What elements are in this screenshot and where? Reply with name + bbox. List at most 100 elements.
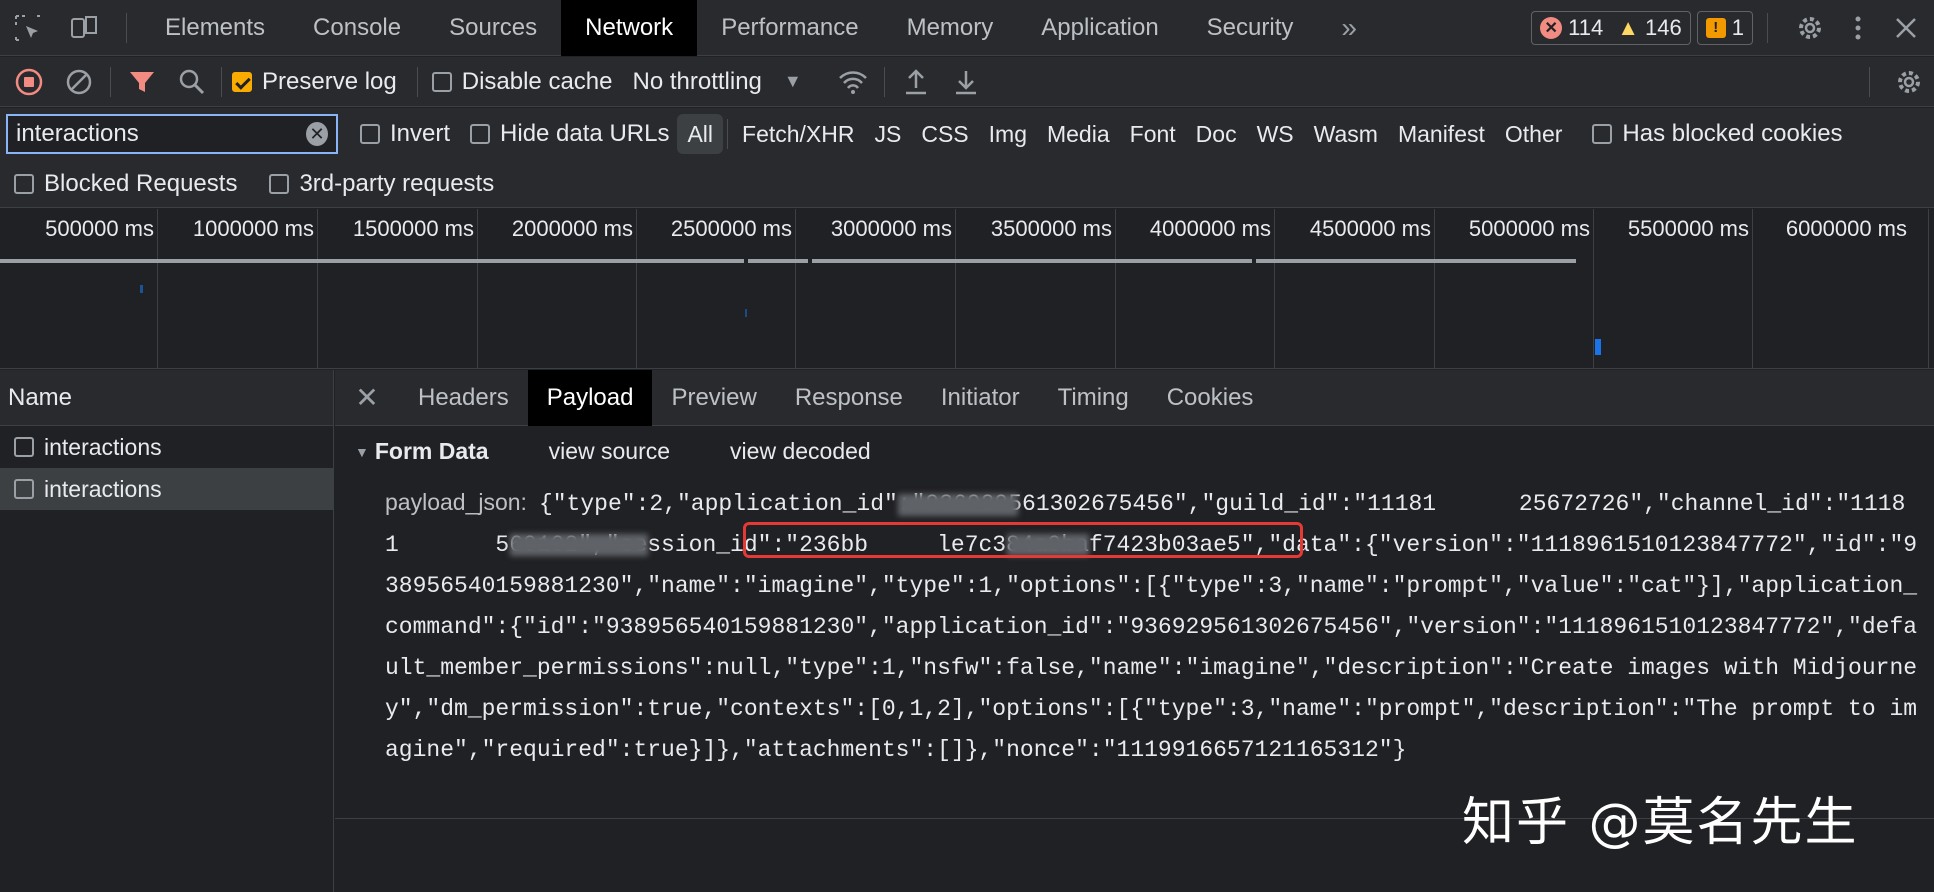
watermark: 知乎 @莫名先生 <box>1462 793 1859 853</box>
hide-data-urls-label: Hide data URLs <box>500 120 670 147</box>
type-filter-js[interactable]: JS <box>865 114 912 154</box>
more-options-kebab-icon[interactable] <box>1838 0 1878 56</box>
type-filter-media[interactable]: Media <box>1037 114 1120 154</box>
divider <box>883 66 885 97</box>
device-toolbar-icon[interactable] <box>56 0 112 56</box>
issue-count: 1 <box>1731 14 1744 40</box>
invert-checkbox[interactable]: Invert <box>360 120 450 148</box>
payload-value: {"type":2,"application_id":"936929561302… <box>385 491 1918 763</box>
timeline-tick-label: 2000000 ms <box>511 216 633 241</box>
type-filter-img[interactable]: Img <box>979 114 1037 154</box>
tab-console[interactable]: Console <box>289 0 425 56</box>
type-filter-fetch-xhr[interactable]: Fetch/XHR <box>732 114 864 154</box>
more-tabs-chevron-icon[interactable]: » <box>1317 0 1381 56</box>
hide-data-urls-checkbox[interactable]: Hide data URLs <box>470 120 669 148</box>
tab-sources[interactable]: Sources <box>425 0 561 56</box>
throttling-select[interactable]: No throttling ▼ <box>632 68 827 96</box>
timeline-tick-label: 4000000 ms <box>1149 216 1271 241</box>
tab-initiator[interactable]: Initiator <box>922 370 1039 426</box>
type-filter-manifest[interactable]: Manifest <box>1388 114 1495 154</box>
disable-cache-checkbox[interactable]: Disable cache <box>431 68 612 96</box>
checkbox[interactable] <box>431 71 452 92</box>
import-har-upload-icon[interactable] <box>891 57 941 107</box>
request-row[interactable]: interactions <box>0 426 333 468</box>
timeline-tick-label: 1000000 ms <box>192 216 314 241</box>
export-har-download-icon[interactable] <box>941 57 991 107</box>
checkbox[interactable] <box>14 479 34 499</box>
redaction-blur <box>898 494 1018 516</box>
type-filter-wasm[interactable]: Wasm <box>1304 114 1388 154</box>
type-filter-ws[interactable]: WS <box>1247 114 1304 154</box>
divider <box>221 66 222 97</box>
search-icon[interactable] <box>167 57 217 107</box>
tab-application[interactable]: Application <box>1017 0 1182 56</box>
checkbox[interactable] <box>360 124 380 144</box>
timeline-tick-label: 1500000 ms <box>352 216 474 241</box>
form-data-title: Form Data <box>374 438 489 464</box>
timeline-request-bar <box>812 259 1252 263</box>
tab-network[interactable]: Network <box>561 0 698 56</box>
checkbox[interactable] <box>14 173 34 194</box>
network-toolbar: Preserve log Disable cache No throttling… <box>0 57 1934 107</box>
tab-security[interactable]: Security <box>1183 0 1318 56</box>
divider <box>416 66 418 97</box>
checkbox[interactable] <box>1592 124 1613 144</box>
expand-caret-icon[interactable]: ▼ <box>355 444 369 460</box>
warning-icon: ▲ <box>1617 14 1640 40</box>
tab-memory[interactable]: Memory <box>883 0 1018 56</box>
tab-elements[interactable]: Elements <box>141 0 289 56</box>
tab-preview[interactable]: Preview <box>652 370 775 426</box>
type-filter-all[interactable]: All <box>677 114 724 154</box>
network-conditions-wifi-icon[interactable] <box>828 57 878 107</box>
view-source-link[interactable]: view source <box>549 438 670 465</box>
tab-response[interactable]: Response <box>776 370 922 426</box>
divider <box>727 119 729 149</box>
tab-cookies[interactable]: Cookies <box>1148 370 1273 426</box>
request-row-selected[interactable]: interactions <box>0 468 333 510</box>
type-filter-other[interactable]: Other <box>1495 114 1573 154</box>
detail-tabs: ✕ Headers Payload Preview Response Initi… <box>335 369 1934 426</box>
close-detail-icon[interactable]: ✕ <box>335 370 399 426</box>
type-filter-font[interactable]: Font <box>1120 114 1186 154</box>
timeline-tick-label: 5500000 ms <box>1627 216 1749 241</box>
filter-search-box[interactable]: ✕ <box>6 114 338 154</box>
filter-funnel-icon[interactable] <box>117 57 167 107</box>
timeline-tick-label: 5000000 ms <box>1468 216 1590 241</box>
checkbox-checked[interactable] <box>232 71 252 92</box>
tab-performance[interactable]: Performance <box>697 0 882 56</box>
checkbox[interactable] <box>470 124 491 144</box>
issues-badge[interactable]: ! 1 <box>1696 10 1753 45</box>
tab-payload[interactable]: Payload <box>527 369 653 426</box>
timeline-request-marker <box>1595 339 1601 355</box>
record-stop-icon[interactable] <box>4 57 54 107</box>
close-devtools-icon[interactable] <box>1878 0 1934 56</box>
tab-timing[interactable]: Timing <box>1039 370 1148 426</box>
third-party-requests-checkbox[interactable]: 3rd-party requests <box>269 170 494 198</box>
preserve-log-checkbox[interactable]: Preserve log <box>232 68 397 96</box>
timeline-tick-label: 500000 ms <box>45 216 154 241</box>
checkbox[interactable] <box>269 173 290 194</box>
preserve-log-label: Preserve log <box>262 67 397 95</box>
checkbox[interactable] <box>14 437 34 457</box>
network-settings-gear-icon[interactable] <box>1884 57 1934 107</box>
type-filter-css[interactable]: CSS <box>911 114 978 154</box>
tab-headers[interactable]: Headers <box>399 370 528 426</box>
divider <box>110 66 111 97</box>
status-badges: ✕ 114 ▲ 146 ! 1 <box>1525 0 1934 56</box>
timeline-tick-label: 2500000 ms <box>670 216 792 241</box>
third-party-requests-label: 3rd-party requests <box>299 169 495 197</box>
timeline-tick-label: 3500000 ms <box>990 216 1112 241</box>
view-decoded-link[interactable]: view decoded <box>730 438 871 465</box>
redaction-blur <box>1007 534 1089 556</box>
clear-filter-icon[interactable]: ✕ <box>306 122 328 146</box>
type-filter-doc[interactable]: Doc <box>1186 114 1247 154</box>
network-overview-timeline[interactable]: 500000 ms 1000000 ms 1500000 ms 2000000 … <box>0 209 1934 369</box>
settings-gear-icon[interactable] <box>1782 0 1838 56</box>
blocked-requests-checkbox[interactable]: Blocked Requests <box>14 170 237 198</box>
filter-input[interactable] <box>16 120 306 148</box>
issue-counter[interactable]: ✕ 114 ▲ 146 <box>1531 10 1691 45</box>
name-column-header[interactable]: Name <box>0 370 333 426</box>
has-blocked-cookies-checkbox[interactable]: Has blocked cookies <box>1592 120 1843 148</box>
clear-icon[interactable] <box>54 57 104 107</box>
inspect-element-icon[interactable] <box>0 0 56 56</box>
